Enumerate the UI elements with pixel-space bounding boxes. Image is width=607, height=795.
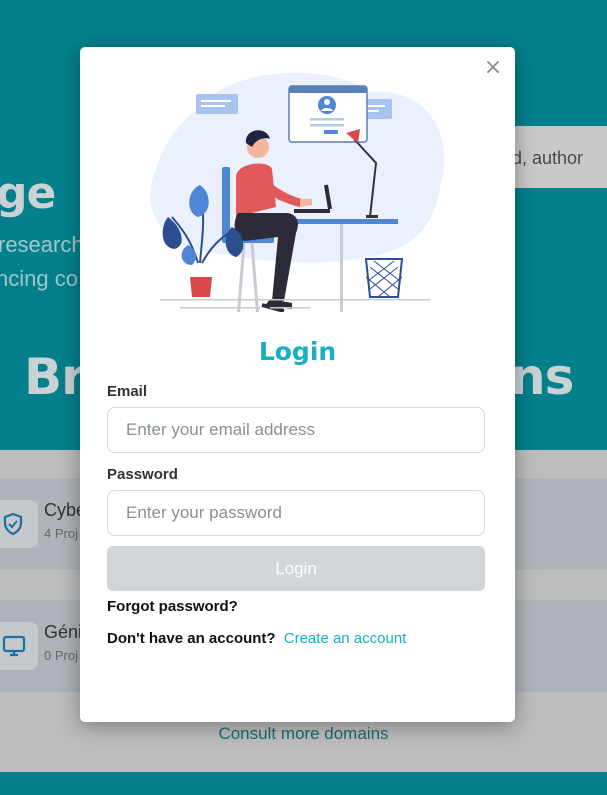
domain-card-count: 4 Proj bbox=[44, 526, 78, 541]
email-label: Email bbox=[107, 383, 148, 400]
domain-card-title: Géni bbox=[44, 622, 83, 642]
modal-title: Login bbox=[258, 337, 337, 366]
search-placeholder: d, author bbox=[512, 148, 584, 168]
password-label: Password bbox=[107, 466, 178, 483]
footer-bar bbox=[0, 772, 607, 795]
login-illustration bbox=[150, 72, 445, 312]
forgot-password-link[interactable]: Forgot password? bbox=[107, 598, 238, 615]
hero-subtitle-line2: ncing co bbox=[0, 266, 78, 291]
signup-question: Don't have an account? bbox=[107, 630, 276, 647]
hero-subtitle-line1: research bbox=[0, 232, 84, 257]
create-account-link[interactable]: Create an account bbox=[284, 630, 407, 647]
search-box[interactable]: d, author bbox=[500, 126, 607, 188]
monitor-icon bbox=[0, 622, 38, 670]
close-icon[interactable]: × bbox=[483, 57, 503, 79]
hero-title: ge bbox=[0, 168, 56, 219]
login-modal: × Login Email Enter your email address P… bbox=[80, 47, 515, 722]
section-heading-left: Br bbox=[24, 348, 86, 406]
password-field[interactable] bbox=[107, 490, 485, 536]
signup-prompt: Don't have an account? Create an account bbox=[107, 630, 406, 647]
shield-icon bbox=[0, 500, 38, 548]
domain-card-count: 0 Proj bbox=[44, 648, 78, 663]
consult-more-link[interactable]: Consult more domains bbox=[0, 724, 607, 744]
email-field[interactable] bbox=[107, 407, 485, 453]
login-button[interactable]: Login bbox=[107, 546, 485, 591]
section-heading-right: ns bbox=[510, 348, 574, 406]
